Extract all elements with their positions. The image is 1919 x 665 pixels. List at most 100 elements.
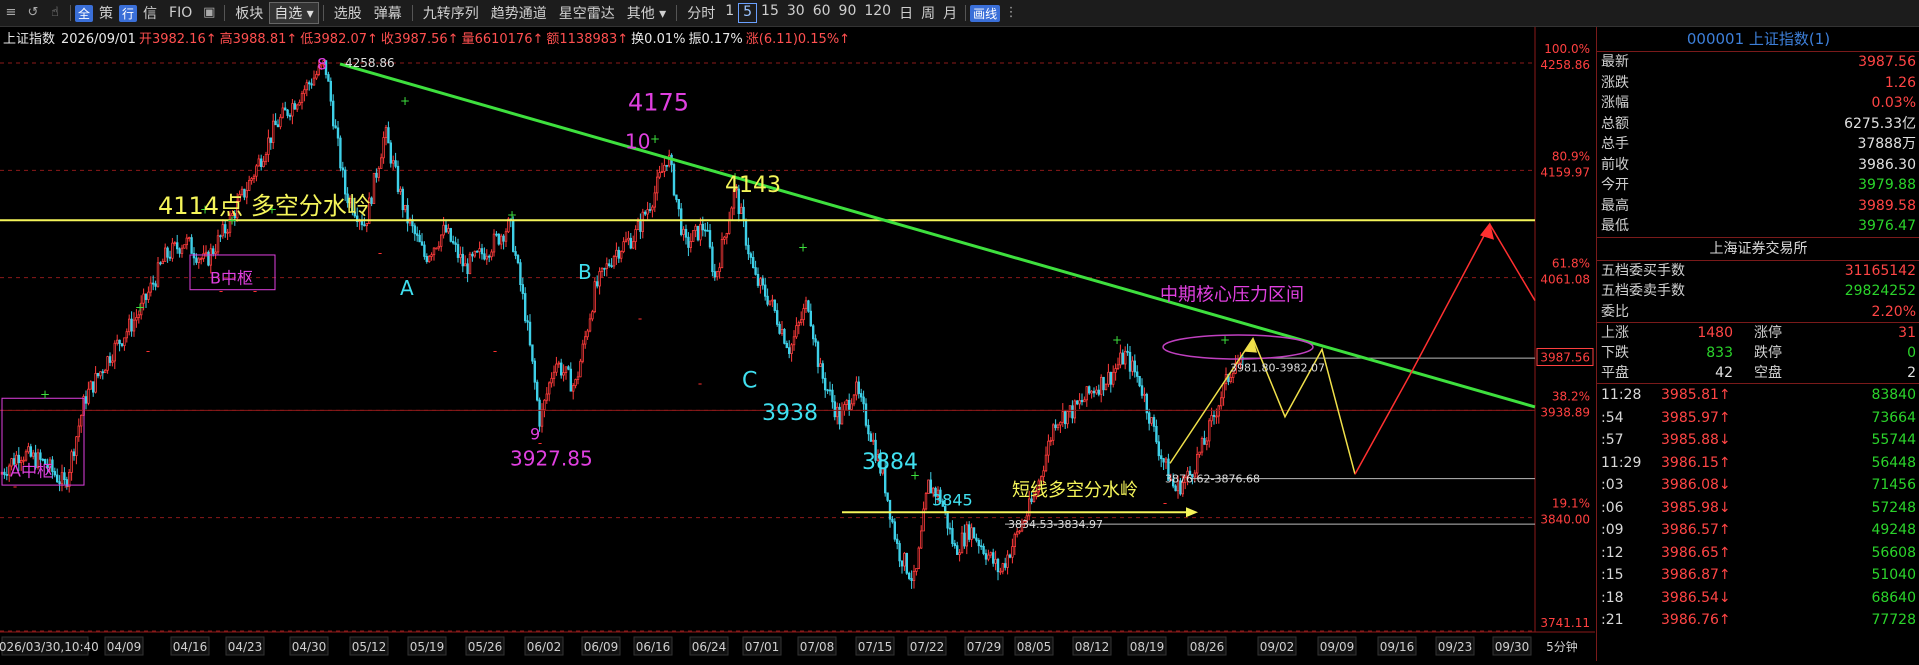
annotation-b: B [578, 260, 592, 284]
tick-row[interactable]: :54 3985.97↑ 73664 [1597, 407, 1919, 430]
candle-body [850, 403, 853, 410]
period-7[interactable]: 日 [895, 3, 917, 23]
tick-row[interactable]: 11:29 3986.15↑ 56448 [1597, 452, 1919, 475]
tool-ce[interactable]: 策 [93, 3, 119, 23]
tick-row[interactable]: :21 3986.76↑ 77728 [1597, 609, 1919, 632]
chart-area[interactable]: 上证指数 2026/09/01 开3982.16↑ 高3988.81↑ 低3982.07… [0, 27, 1595, 661]
candle-body [99, 371, 102, 377]
tick-row[interactable]: 11:28 3985.81↑ 83840 [1597, 384, 1919, 407]
tool-fio[interactable]: FIO [163, 5, 198, 21]
tool-xin[interactable]: 信 [137, 3, 163, 23]
high-marker: + [1220, 333, 1230, 347]
candle-body [127, 318, 131, 333]
candle-body [430, 254, 433, 257]
tick-row[interactable]: :15 3986.87↑ 51040 [1597, 564, 1919, 587]
xuangu-button[interactable]: 选股 [328, 3, 368, 23]
period-2[interactable]: 15 [757, 3, 783, 23]
candle-body [624, 239, 628, 243]
kline-chart[interactable]: 上证指数 2026/09/01 开3982.16↑ 高3988.81↑ 低3982.07… [0, 27, 1595, 661]
tick-volume: 83840 [1871, 387, 1916, 403]
xingkong-button[interactable]: 星空雷达 [553, 3, 621, 23]
candle-body [615, 249, 618, 257]
period-0[interactable]: 1 [721, 3, 738, 23]
candle-body [845, 400, 849, 405]
quote-label: 总手 [1601, 136, 1629, 152]
draw-line-button[interactable]: 画线 [970, 4, 1001, 22]
candle-body [161, 260, 165, 265]
qita-dropdown[interactable]: 其他 ▾ [621, 3, 672, 23]
candle-body [658, 172, 661, 178]
candle-body [473, 250, 477, 257]
candle-body [857, 381, 861, 394]
candle-body [1004, 563, 1007, 568]
quote-value: 37888万 [1857, 136, 1916, 152]
axis-pct-label: 61.8% [1552, 257, 1590, 271]
candle-body [651, 206, 654, 211]
candle-body [1056, 424, 1060, 429]
period-9[interactable]: 月 [939, 3, 961, 23]
tick-price: 3986.76↑ [1661, 612, 1731, 628]
period-1[interactable]: 5 [738, 3, 758, 23]
candle-body [1136, 371, 1139, 377]
candle-body [1196, 453, 1199, 474]
menu-icon[interactable]: ≡ [4, 6, 18, 20]
more-icon[interactable]: ⋮ [1004, 6, 1018, 20]
tick-row[interactable]: :06 3985.98↓ 57248 [1597, 497, 1919, 520]
zixuan-dropdown[interactable]: 自选 ▾ [269, 2, 319, 24]
ad-value: 1480 [1697, 325, 1733, 341]
candle-body [1013, 533, 1017, 547]
tick-row[interactable]: :18 3986.54↓ 68640 [1597, 587, 1919, 610]
x-axis-label: 08/26 [1190, 640, 1225, 654]
order-label: 委比 [1601, 303, 1629, 320]
stock-title[interactable]: 000001 上证指数(1) [1597, 27, 1919, 52]
candle-body [687, 236, 690, 248]
candle-body [454, 242, 457, 245]
period-8[interactable]: 周 [917, 3, 939, 23]
tool-quan[interactable]: 全 [75, 4, 94, 22]
candle-body [183, 244, 186, 249]
window-icon[interactable]: ▣ [202, 6, 216, 20]
period-4[interactable]: 60 [809, 3, 835, 23]
candle-body [343, 169, 347, 195]
bankuai-button[interactable]: 板块 [229, 3, 269, 23]
candle-body [257, 158, 261, 167]
candle-body [125, 331, 129, 339]
tick-row[interactable]: :57 3985.88↓ 55744 [1597, 429, 1919, 452]
hand-icon[interactable]: ☝ [48, 6, 62, 20]
candle-body [1208, 420, 1211, 442]
quote-label: 涨幅 [1601, 95, 1629, 111]
period-3[interactable]: 30 [783, 3, 809, 23]
candle-body [1078, 399, 1081, 405]
qushi-button[interactable]: 趋势通道 [485, 3, 553, 23]
separator [965, 5, 967, 21]
candle-body [716, 271, 719, 278]
tick-row[interactable]: :09 3986.57↑ 49248 [1597, 519, 1919, 542]
quote-value: 3986.30 [1858, 156, 1916, 173]
candle-body [840, 409, 844, 425]
tick-list[interactable]: 11:28 3985.81↑ 83840:54 3985.97↑ 73664:57 398… [1597, 384, 1919, 632]
low-marker: - [378, 246, 382, 260]
tick-row[interactable]: :12 3986.65↑ 56608 [1597, 542, 1919, 565]
tick-row[interactable]: :03 3986.08↓ 71456 [1597, 474, 1919, 497]
ad-value: 42 [1715, 365, 1733, 381]
candle-body [327, 74, 330, 82]
candle-body [689, 241, 693, 248]
candle-body [656, 176, 659, 194]
ad-label2: 涨停 [1754, 325, 1782, 341]
period-6[interactable]: 120 [860, 3, 895, 23]
jiuzhuan-button[interactable]: 九转序列 [417, 3, 485, 23]
candle-body [761, 278, 765, 286]
candle-body [1150, 417, 1153, 424]
candle-body [888, 499, 892, 520]
tool-hang[interactable]: 行 [119, 4, 138, 22]
candle-body [1054, 424, 1057, 429]
back-icon[interactable]: ↺ [26, 6, 40, 20]
candle-body [118, 339, 121, 345]
danmu-button[interactable]: 弹幕 [368, 3, 408, 23]
candle-body [307, 82, 311, 85]
axis-price-label: 3741.11 [1540, 616, 1590, 630]
period-5[interactable]: 90 [835, 3, 861, 23]
candle-body [862, 396, 865, 405]
candle-body [147, 291, 150, 300]
fenshi-button[interactable]: 分时 [681, 3, 721, 23]
